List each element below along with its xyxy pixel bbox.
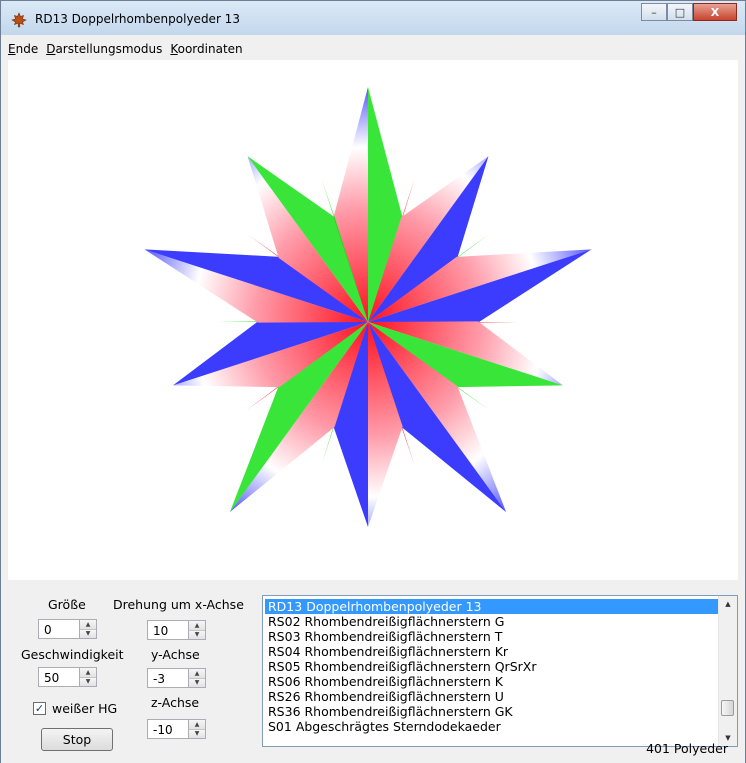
spin-up-icon[interactable]: ▲ [189,621,205,631]
list-item[interactable]: S01 Abgeschrägtes Sterndodekaeder [265,719,719,734]
spin-down-icon[interactable]: ▼ [80,629,96,638]
list-item[interactable]: RS03 Rhombendreißigflächnerstern T [265,629,719,644]
spin-down-icon[interactable]: ▼ [189,630,205,639]
title-bar[interactable]: RD13 Doppelrhombenpolyeder 13 – □ X [1,1,745,35]
x-achse-spinner[interactable]: 10 ▲ ▼ [147,620,206,642]
scroll-up-icon[interactable]: ▲ [719,596,737,612]
spin-up-icon[interactable]: ▲ [80,668,96,678]
groesse-label: Größe [48,597,86,612]
weisser-hg-checkbox[interactable]: ✓ [33,702,46,715]
groesse-spinner[interactable]: 0 ▲ ▼ [38,619,97,641]
menu-ende[interactable]: Ende [8,42,38,56]
polyhedron-list[interactable]: RD13 Doppelrhombenpolyeder 13 RS02 Rhombe… [262,595,738,747]
weisser-hg-label: weißer HG [52,701,118,716]
window-title: RD13 Doppelrhombenpolyeder 13 [35,12,240,26]
minimize-button[interactable]: – [641,3,667,21]
list-item[interactable]: RS26 Rhombendreißigflächnerstern U [265,689,719,704]
list-item[interactable]: RS05 Rhombendreißigflächnerstern QrSrXr [265,659,719,674]
list-item[interactable]: RS36 Rhombendreißigflächnerstern GK [265,704,719,719]
maximize-button[interactable]: □ [667,3,693,21]
z-achse-spinner[interactable]: -10 ▲ ▼ [147,719,206,741]
geschwindigkeit-field[interactable]: 50 [38,667,80,687]
spin-down-icon[interactable]: ▼ [189,729,205,738]
minimize-icon: – [651,5,657,19]
spin-up-icon[interactable]: ▲ [189,669,205,679]
menu-darstellungsmodus[interactable]: Darstellungsmodus [46,42,162,56]
close-icon: X [710,5,720,19]
polyeder-count: 401 Polyeder [646,741,728,756]
menu-koordinaten[interactable]: Koordinaten [170,42,242,56]
list-item[interactable]: RS02 Rhombendreißigflächnerstern G [265,614,719,629]
z-achse-label: z-Achse [151,695,200,710]
list-item[interactable]: RS06 Rhombendreißigflächnerstern K [265,674,719,689]
spin-up-icon[interactable]: ▲ [80,620,96,630]
control-panel: Größe 0 ▲ ▼ Geschwindigkeit 50 ▲ ▼ ✓ weiße… [1,581,745,763]
z-achse-field[interactable]: -10 [147,719,189,739]
stop-button[interactable]: Stop [41,728,113,751]
render-canvas[interactable] [8,60,738,580]
spin-up-icon[interactable]: ▲ [189,720,205,730]
groesse-field[interactable]: 0 [38,619,80,639]
spin-down-icon[interactable]: ▼ [80,677,96,686]
y-achse-label: y-Achse [151,647,200,662]
list-item[interactable]: RS04 Rhombendreißigflächnerstern Kr [265,644,719,659]
polyhedron-render [144,87,592,527]
list-scrollbar[interactable]: ▲ ▼ [718,596,737,746]
maple-leaf-icon [11,12,27,28]
x-achse-field[interactable]: 10 [147,620,189,640]
geschwindigkeit-label: Geschwindigkeit [21,647,124,662]
maximize-icon: □ [674,5,686,19]
list-item[interactable]: RD13 Doppelrhombenpolyeder 13 [265,599,719,614]
y-achse-field[interactable]: -3 [147,668,189,688]
y-achse-spinner[interactable]: -3 ▲ ▼ [147,668,206,690]
drehung-x-label: Drehung um x-Achse [113,597,244,612]
scroll-thumb[interactable] [721,700,734,716]
app-window: RD13 Doppelrhombenpolyeder 13 – □ X Ende… [0,0,746,763]
menu-bar: Ende Darstellungsmodus Koordinaten [1,39,745,59]
spin-down-icon[interactable]: ▼ [189,678,205,687]
close-button[interactable]: X [693,3,737,21]
geschwindigkeit-spinner[interactable]: 50 ▲ ▼ [38,667,97,689]
